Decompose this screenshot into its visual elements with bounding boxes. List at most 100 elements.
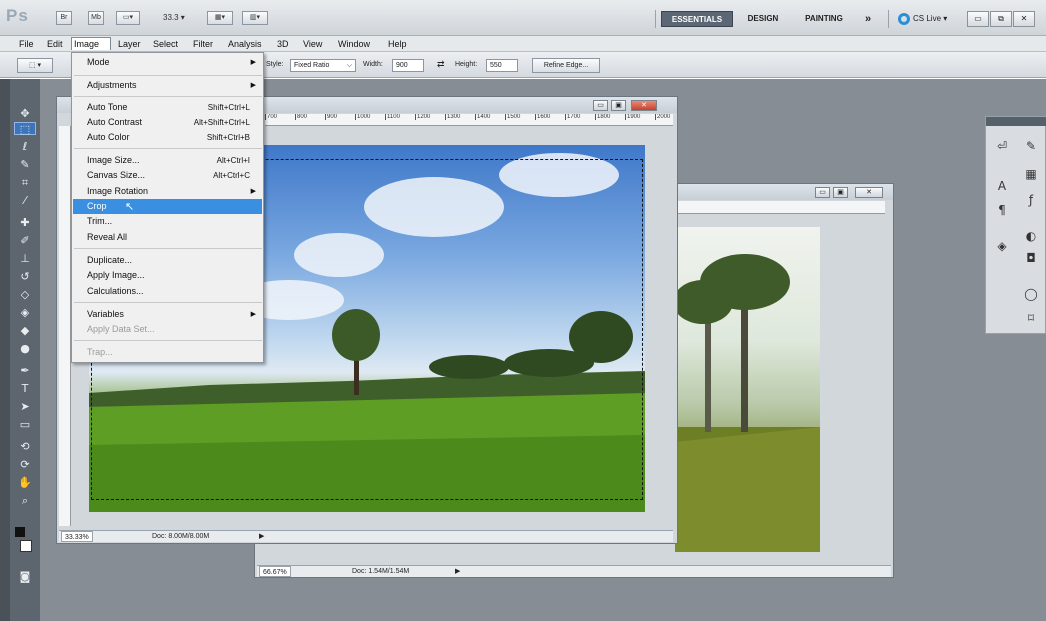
workspace-painting[interactable]: PAINTING [796, 11, 852, 27]
doc2-restore-button[interactable]: ▣ [833, 187, 848, 198]
3d-orbit-tool-icon[interactable]: ⟳ [14, 458, 36, 471]
doc1-close-button[interactable]: ✕ [631, 100, 657, 111]
paint-bucket-tool-icon[interactable]: ◈ [14, 306, 36, 319]
menu-item-apply-image[interactable]: Apply Image... [73, 268, 262, 283]
doc1-document-size[interactable]: Doc: 8.00M/8.00M [152, 531, 209, 542]
menu-edit[interactable]: Edit [45, 38, 65, 51]
doc1-status-menu-arrow[interactable]: ▶ [259, 531, 264, 542]
history-brush-tool-icon[interactable]: ↺ [14, 270, 36, 283]
character-panel-icon[interactable]: A [991, 175, 1013, 197]
menu-item-adjustments[interactable]: Adjustments ▶ [73, 78, 262, 93]
hand-tool-icon[interactable]: ✋ [14, 476, 36, 489]
workspace-essentials[interactable]: ESSENTIALS [661, 11, 733, 27]
3d-rotate-tool-icon[interactable]: ⟲ [14, 440, 36, 453]
dodge-tool-icon[interactable]: ● [14, 342, 36, 355]
background-color-swatch[interactable] [20, 540, 32, 552]
restore-app-button[interactable]: ⧉ [990, 11, 1012, 27]
eyedropper-tool-icon[interactable]: ⁄ [14, 194, 36, 207]
refine-edge-button[interactable]: Refine Edge... [532, 58, 600, 73]
doc2-close-button[interactable]: ✕ [855, 187, 883, 198]
menu-item-shortcut: Shift+Ctrl+L [207, 103, 250, 112]
paths-panel-icon[interactable]: ⌑ [1020, 307, 1042, 329]
menu-help[interactable]: Help [386, 38, 409, 51]
menu-window[interactable]: Window [336, 38, 372, 51]
menu-item-variables[interactable]: Variables ▶ [73, 307, 262, 322]
type-tool-icon[interactable]: T [14, 382, 36, 395]
eraser-tool-icon[interactable]: ◇ [14, 288, 36, 301]
move-tool-icon[interactable]: ✥ [14, 107, 36, 120]
menu-layer[interactable]: Layer [116, 38, 143, 51]
doc2-status-menu-arrow[interactable]: ▶ [455, 566, 460, 577]
clone-stamp-tool-icon[interactable]: ⊥ [14, 252, 36, 265]
more-workspaces-button[interactable]: » [860, 11, 876, 27]
menu-filter[interactable]: Filter [191, 38, 215, 51]
layers-panel-icon[interactable]: ◈ [991, 235, 1013, 257]
width-field[interactable]: 900 [392, 59, 424, 72]
swatches-panel-icon[interactable]: ▦ [1020, 163, 1042, 185]
screen-mode-button[interactable]: ▥▾ [242, 11, 268, 25]
view-extras-button[interactable]: ▭▾ [116, 11, 140, 25]
arrange-documents-button[interactable]: ▦▾ [207, 11, 233, 25]
mini-bridge-button[interactable]: Mb [88, 11, 104, 25]
height-field[interactable]: 550 [486, 59, 518, 72]
paragraph-panel-icon[interactable]: ¶ [991, 199, 1013, 221]
quick-mask-icon[interactable]: ◙ [14, 570, 36, 583]
healing-brush-tool-icon[interactable]: ✚ [14, 216, 36, 229]
doc1-minimize-button[interactable]: ▭ [593, 100, 608, 111]
bridge-button[interactable]: Br [56, 11, 72, 25]
divider [888, 10, 889, 28]
path-selection-tool-icon[interactable]: ➤ [14, 400, 36, 413]
panel-dock-strip [0, 79, 10, 621]
cs-live-icon [898, 12, 910, 25]
menu-item-auto-color[interactable]: Auto Color Shift+Ctrl+B [73, 130, 262, 145]
zoom-tool-icon[interactable]: ⌕ [14, 494, 36, 507]
menu-item-crop[interactable]: Crop ↖ [73, 199, 262, 214]
cs-live-button[interactable]: CS Live ▾ [898, 11, 947, 27]
swap-dimensions-icon[interactable]: ⇄ [437, 59, 445, 70]
menu-item-image-size[interactable]: Image Size... Alt+Ctrl+I [73, 153, 262, 168]
doc1-restore-button[interactable]: ▣ [611, 100, 626, 111]
menu-select[interactable]: Select [151, 38, 180, 51]
adjustments-panel-icon[interactable]: ◐ [1020, 225, 1042, 247]
menu-item-trim[interactable]: Trim... [73, 214, 262, 229]
masks-panel-icon[interactable]: ◘ [1020, 247, 1042, 269]
menu-item-image-rotation[interactable]: Image Rotation ▶ [73, 184, 262, 199]
crop-tool-icon[interactable]: ⌗ [14, 176, 36, 189]
doc2-minimize-button[interactable]: ▭ [815, 187, 830, 198]
doc2-zoom-field[interactable]: 66.67% [259, 566, 291, 577]
foreground-color-swatch[interactable] [15, 527, 25, 537]
channels-panel-icon[interactable]: ◯ [1020, 283, 1042, 305]
menu-item-auto-contrast[interactable]: Auto Contrast Alt+Shift+Ctrl+L [73, 115, 262, 130]
menu-file[interactable]: File [17, 38, 36, 51]
menu-item-calculations[interactable]: Calculations... [73, 284, 262, 299]
brush-tool-icon[interactable]: ✐ [14, 234, 36, 247]
menu-item-duplicate[interactable]: Duplicate... [73, 253, 262, 268]
workspace-design[interactable]: DESIGN [741, 11, 785, 27]
zoom-level[interactable]: 33.3 ▾ [163, 13, 185, 22]
menu-item-mode[interactable]: Mode ▶ [73, 55, 262, 70]
menu-image[interactable]: Image [71, 37, 111, 50]
doc1-zoom-field[interactable]: 33.33% [61, 531, 93, 542]
doc2-document-size[interactable]: Doc: 1.54M/1.54M [352, 566, 409, 577]
quick-selection-tool-icon[interactable]: ✎ [14, 158, 36, 171]
menu-item-auto-tone[interactable]: Auto Tone Shift+Ctrl+L [73, 100, 262, 115]
lasso-tool-icon[interactable]: ℓ [14, 140, 36, 153]
style-select[interactable]: Fixed Ratio ⌵ [290, 59, 356, 72]
tool-preset-picker[interactable]: ⬚ ▾ [17, 58, 53, 73]
menu-item-canvas-size[interactable]: Canvas Size... Alt+Ctrl+C [73, 168, 262, 183]
menu-item-label: Duplicate... [87, 255, 133, 265]
mouse-cursor-icon: ↖ [125, 201, 135, 213]
blur-tool-icon[interactable]: ◆ [14, 324, 36, 337]
close-app-button[interactable]: ✕ [1013, 11, 1035, 27]
styles-panel-icon[interactable]: ƒ [1020, 189, 1042, 211]
menu-item-reveal-all[interactable]: Reveal All [73, 230, 262, 245]
history-panel-icon[interactable]: ⏎ [991, 135, 1013, 157]
pen-tool-icon[interactable]: ✒ [14, 364, 36, 377]
marquee-tool-icon[interactable]: ⬚ [14, 122, 36, 136]
shape-tool-icon[interactable]: ▭ [14, 418, 36, 431]
menu-view[interactable]: View [301, 38, 324, 51]
menu-3d[interactable]: 3D [275, 38, 291, 51]
brush-panel-icon[interactable]: ✎ [1020, 135, 1042, 157]
menu-analysis[interactable]: Analysis [226, 38, 264, 51]
minimize-app-button[interactable]: ▭ [967, 11, 989, 27]
